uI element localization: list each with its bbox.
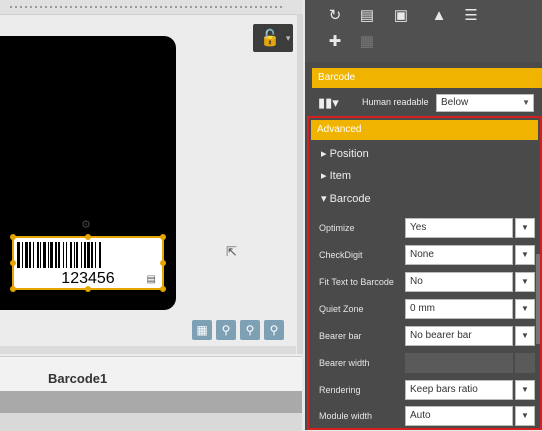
optimize-select[interactable]: Yes — [405, 218, 513, 238]
barcode-object[interactable]: 123456 ▤ — [10, 234, 166, 292]
resize-handle[interactable] — [10, 260, 16, 266]
resize-handle[interactable] — [10, 286, 16, 292]
property-label: Rendering — [319, 385, 361, 395]
section-position-label: Position — [329, 148, 369, 160]
human-readable-value: Below — [441, 97, 469, 108]
fit-text-select[interactable]: No — [405, 272, 513, 292]
section-item[interactable]: ▸ Item — [321, 169, 351, 182]
rotate-handle-icon[interactable]: ⚙ — [80, 218, 92, 232]
barcode-type-icon: ▤ — [146, 274, 156, 285]
chevron-down-icon[interactable]: ▼ — [515, 380, 535, 400]
chevron-down-icon[interactable]: ▼ — [515, 245, 535, 265]
chevron-down-icon[interactable]: ▼ — [515, 326, 535, 346]
property-row-fit-text: Fit Text to Barcode No ▼ — [319, 272, 535, 294]
resize-handle[interactable] — [85, 286, 91, 292]
human-readable-row: ▮▮▾ Human readable Below ▼ — [312, 92, 542, 114]
group-icon[interactable]: ▦ — [357, 32, 377, 52]
flip-icon[interactable]: ▲ — [429, 6, 449, 26]
resize-handle[interactable] — [160, 234, 166, 240]
chevron-down-icon[interactable]: ▼ — [515, 299, 535, 319]
module-width-select[interactable]: Auto — [405, 406, 513, 426]
property-label: Quiet Zone — [319, 304, 364, 314]
advanced-section: Advanced ▸ Position ▸ Item ▾ Barcode Opt… — [307, 116, 542, 430]
top-ruler — [0, 0, 302, 15]
property-label: Module width — [319, 411, 373, 421]
chevron-down-icon: ▾ — [321, 193, 327, 205]
section-position[interactable]: ▸ Position — [321, 147, 369, 160]
chevron-down-icon[interactable]: ▼ — [515, 272, 535, 292]
resize-handle[interactable] — [160, 260, 166, 266]
page-zoom-icon[interactable]: ▦ — [192, 320, 212, 340]
section-item-label: Item — [329, 170, 351, 182]
object-list-footer — [0, 413, 302, 431]
rotate-icon[interactable]: ↻ — [325, 6, 345, 26]
property-label: CheckDigit — [319, 250, 363, 260]
property-label: Bearer bar — [319, 331, 362, 341]
chevron-right-icon: ▸ — [321, 170, 327, 182]
bearer-bar-select[interactable]: No bearer bar — [405, 326, 513, 346]
property-row-bearer-width: Bearer width — [319, 353, 535, 375]
section-barcode-label: Barcode — [329, 193, 371, 205]
property-label: Fit Text to Barcode — [319, 277, 394, 287]
object-list-item-barcode1[interactable]: Barcode1 — [48, 371, 107, 386]
property-row-bearer-bar: Bearer bar No bearer bar ▼ — [319, 326, 535, 348]
bearer-width-button — [515, 353, 535, 373]
bearer-width-input — [405, 353, 513, 373]
zoom-out-icon[interactable]: ⚲ — [240, 320, 260, 340]
human-readable-label: Human readable — [362, 97, 429, 107]
arrange-icon[interactable]: ✚ — [325, 32, 345, 52]
lock-icon: 🔓 — [260, 30, 280, 47]
chevron-down-icon[interactable]: ▼ — [515, 406, 535, 426]
object-list-row[interactable] — [0, 391, 302, 413]
property-label: Bearer width — [319, 358, 370, 368]
property-row-quiet-zone: Quiet Zone 0 mm ▼ — [319, 299, 535, 321]
align-bottom-icon[interactable]: ▣ — [391, 6, 411, 26]
text-icon[interactable]: ▤ — [357, 6, 377, 26]
rendering-select[interactable]: Keep bars ratio — [405, 380, 513, 400]
checkdigit-select[interactable]: None — [405, 245, 513, 265]
resize-handle[interactable] — [85, 234, 91, 240]
align-left-icon[interactable]: ☰ — [461, 6, 481, 26]
zoom-in-icon[interactable]: ⚲ — [216, 320, 236, 340]
zoom-fit-icon[interactable]: ⚲ — [264, 320, 284, 340]
chevron-down-icon: ▼ — [522, 98, 530, 107]
property-row-checkdigit: CheckDigit None ▼ — [319, 245, 535, 267]
property-label: Optimize — [319, 223, 355, 233]
chevron-down-icon[interactable]: ▼ — [515, 218, 535, 238]
panel-scrollbar[interactable] — [536, 254, 540, 344]
canvas-horizontal-scrollbar[interactable] — [0, 346, 296, 354]
chevron-down-icon: ▾ — [285, 32, 291, 43]
object-list: Barcode1 — [0, 356, 302, 431]
properties-panel: ↻ ▤ ▣ ▲ ☰ ✚ ▦ Barcode ▮▮▾ Human readable… — [305, 0, 542, 430]
resize-handle[interactable] — [10, 234, 16, 240]
property-row-module-width: Module width Auto ▼ — [319, 406, 535, 428]
chevron-right-icon: ▸ — [321, 148, 327, 160]
design-canvas[interactable]: 🔓 ▾ ⚙ 123456 ▤ ⇱ ▦ ⚲ ⚲ ⚲ — [0, 0, 303, 356]
mouse-cursor-icon: ⇱ — [226, 244, 237, 259]
barcode-bars — [17, 242, 161, 268]
human-readable-select[interactable]: Below ▼ — [436, 94, 534, 112]
lock-button[interactable]: 🔓 ▾ — [253, 24, 293, 52]
panel-toolbar: ↻ ▤ ▣ ▲ ☰ ✚ ▦ — [305, 0, 542, 62]
section-barcode[interactable]: ▾ Barcode — [321, 192, 371, 205]
property-row-rendering: Rendering Keep bars ratio ▼ — [319, 380, 535, 402]
advanced-section-header[interactable]: Advanced — [311, 120, 538, 140]
quiet-zone-select[interactable]: 0 mm — [405, 299, 513, 319]
barcode-icon[interactable]: ▮▮▾ — [318, 95, 339, 111]
barcode-section-header[interactable]: Barcode — [312, 68, 542, 88]
resize-handle[interactable] — [160, 286, 166, 292]
property-row-optimize: Optimize Yes ▼ — [319, 218, 535, 240]
canvas-vertical-scrollbar[interactable] — [297, 14, 303, 354]
